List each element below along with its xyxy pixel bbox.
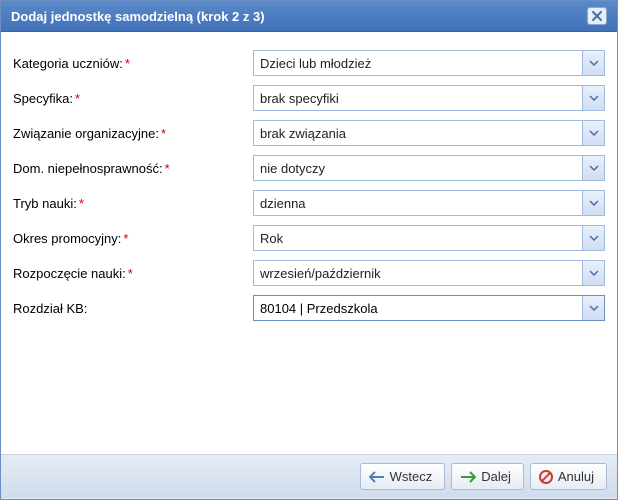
form-row-tryb-nauki: Tryb nauki:*dzienna [13,190,605,216]
dialog-body: Kategoria uczniów:*Dzieci lub młodzieżSp… [1,32,617,454]
form-row-okres-promocyjny: Okres promocyjny:*Rok [13,225,605,251]
chevron-down-icon[interactable] [582,296,604,320]
form-row-rozpoczecie-nauki: Rozpoczęcie nauki:*wrzesień/październik [13,260,605,286]
cancel-icon [539,470,553,484]
form-control-cell: Dzieci lub młodzież [253,50,605,76]
form-row-rozdzial-kb: Rozdział KB: [13,295,605,321]
form-label: Związanie organizacyjne: [13,126,159,141]
form-control-cell: Rok [253,225,605,251]
dropdown-value: wrzesień/październik [254,263,582,284]
required-asterisk: * [161,126,166,141]
form-label: Okres promocyjny: [13,231,121,246]
form-label: Rozdział KB: [13,301,87,316]
close-icon [591,10,603,22]
form-label-cell: Kategoria uczniów:* [13,56,253,71]
arrow-left-icon [369,471,385,483]
chevron-down-icon[interactable] [582,121,604,145]
required-asterisk: * [125,56,130,71]
dropdown-value: brak specyfiki [254,88,582,109]
rozdzial-kb-input[interactable] [254,296,582,320]
chevron-down-icon[interactable] [582,86,604,110]
cancel-button-label: Anuluj [558,469,594,484]
rozdzial-kb-combobox[interactable] [253,295,605,321]
required-asterisk: * [79,196,84,211]
next-button-label: Dalej [481,469,511,484]
dropdown-value: Rok [254,228,582,249]
kategoria-uczniow-dropdown[interactable]: Dzieci lub młodzież [253,50,605,76]
form-label: Tryb nauki: [13,196,77,211]
tryb-nauki-dropdown[interactable]: dzienna [253,190,605,216]
chevron-down-icon[interactable] [582,191,604,215]
form-label: Dom. niepełnosprawność: [13,161,163,176]
dialog-window: Dodaj jednostkę samodzielną (krok 2 z 3)… [0,0,618,500]
form-row-specyfika: Specyfika:*brak specyfiki [13,85,605,111]
form-control-cell: brak związania [253,120,605,146]
dropdown-value: Dzieci lub młodzież [254,53,582,74]
chevron-down-icon[interactable] [582,261,604,285]
dropdown-value: brak związania [254,123,582,144]
form-label-cell: Związanie organizacyjne:* [13,126,253,141]
required-asterisk: * [123,231,128,246]
form-label: Specyfika: [13,91,73,106]
form-control-cell: brak specyfiki [253,85,605,111]
back-button[interactable]: Wstecz [360,463,446,490]
dialog-footer: Wstecz Dalej Anuluj [1,454,617,499]
chevron-down-icon[interactable] [582,156,604,180]
dialog-title: Dodaj jednostkę samodzielną (krok 2 z 3) [11,9,265,24]
chevron-down-icon[interactable] [582,226,604,250]
form-row-kategoria-uczniow: Kategoria uczniów:*Dzieci lub młodzież [13,50,605,76]
form-label-cell: Specyfika:* [13,91,253,106]
arrow-right-icon [460,471,476,483]
required-asterisk: * [75,91,80,106]
form-label-cell: Rozpoczęcie nauki:* [13,266,253,281]
required-asterisk: * [128,266,133,281]
form-label-cell: Dom. niepełnosprawność:* [13,161,253,176]
required-asterisk: * [165,161,170,176]
dropdown-value: dzienna [254,193,582,214]
okres-promocyjny-dropdown[interactable]: Rok [253,225,605,251]
rozpoczecie-nauki-dropdown[interactable]: wrzesień/październik [253,260,605,286]
form-label-cell: Tryb nauki:* [13,196,253,211]
close-button[interactable] [587,7,607,25]
chevron-down-icon[interactable] [582,51,604,75]
zwiazanie-organizacyjne-dropdown[interactable]: brak związania [253,120,605,146]
cancel-button[interactable]: Anuluj [530,463,607,490]
dropdown-value: nie dotyczy [254,158,582,179]
form-control-cell: nie dotyczy [253,155,605,181]
form-label: Rozpoczęcie nauki: [13,266,126,281]
specyfika-dropdown[interactable]: brak specyfiki [253,85,605,111]
form-control-cell [253,295,605,321]
dom-niepelnosprawnosc-dropdown[interactable]: nie dotyczy [253,155,605,181]
form-control-cell: wrzesień/październik [253,260,605,286]
next-button[interactable]: Dalej [451,463,524,490]
form-label: Kategoria uczniów: [13,56,123,71]
back-button-label: Wstecz [390,469,433,484]
form-label-cell: Okres promocyjny:* [13,231,253,246]
dialog-titlebar: Dodaj jednostkę samodzielną (krok 2 z 3) [1,1,617,32]
form-control-cell: dzienna [253,190,605,216]
form-row-dom-niepelnosprawnosc: Dom. niepełnosprawność:*nie dotyczy [13,155,605,181]
form-label-cell: Rozdział KB: [13,301,253,316]
form-row-zwiazanie-organizacyjne: Związanie organizacyjne:*brak związania [13,120,605,146]
